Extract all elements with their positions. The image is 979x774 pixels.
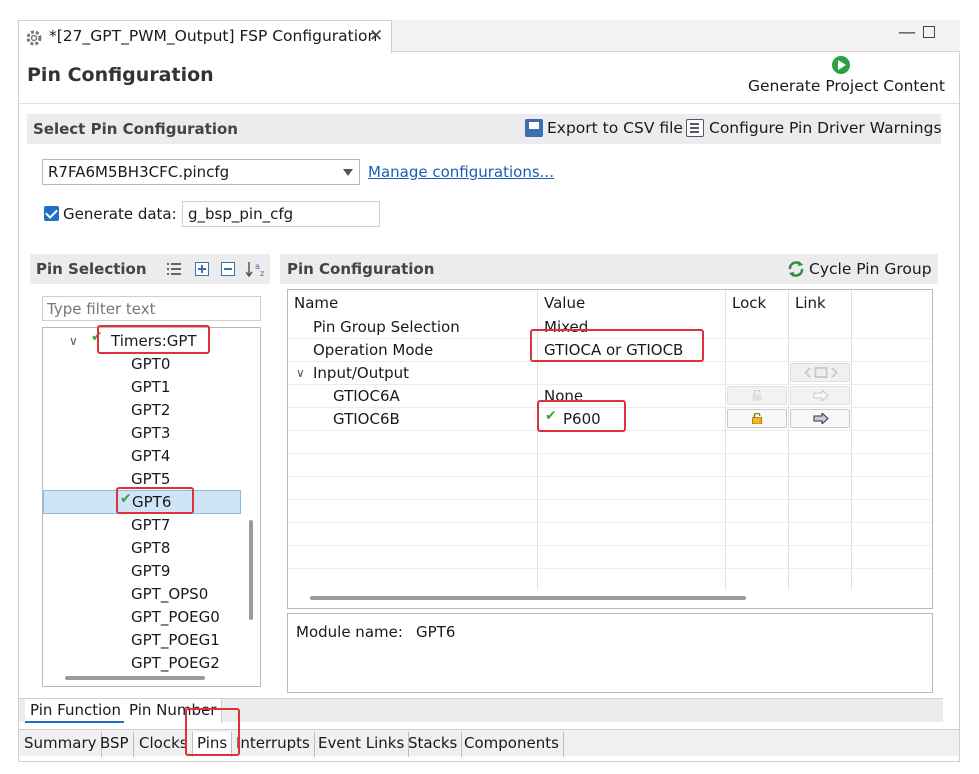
tree-item-gpt3[interactable]: GPT3 <box>43 422 241 445</box>
configure-warnings-button[interactable]: Configure Pin Driver Warnings <box>709 119 942 137</box>
gear-icon <box>26 30 42 46</box>
expand-all-icon[interactable] <box>194 261 210 277</box>
module-name-label: Module name: <box>296 623 403 641</box>
maximize-icon[interactable] <box>923 26 935 38</box>
pin-filter-input[interactable]: Type filter text <box>42 296 261 321</box>
link-button-gtioc6b[interactable] <box>790 409 850 428</box>
column-header-link[interactable]: Link <box>795 294 826 312</box>
editor-tab-bar: *[27_GPT_PWM_Output] FSP Configuration ✕… <box>18 20 960 53</box>
export-csv-button[interactable]: Export to CSV file <box>547 119 683 137</box>
pin-config-select-value: R7FA6M5BH3CFC.pincfg <box>48 163 230 181</box>
row-pin-group-selection-name[interactable]: Pin Group Selection <box>313 318 460 336</box>
annotation-box <box>185 708 240 756</box>
pin-config-select[interactable]: R7FA6M5BH3CFC.pincfg <box>42 159 360 185</box>
annotation-box <box>537 400 626 432</box>
row-operation-mode-name[interactable]: Operation Mode <box>313 341 433 359</box>
tab-interrupts[interactable]: Interrupts <box>232 732 315 757</box>
chevron-down-icon[interactable]: ∨ <box>296 366 305 380</box>
tab-pin-function[interactable]: Pin Function <box>25 699 127 723</box>
generate-data-label: Generate data: <box>63 205 177 223</box>
cycle-pin-group-button[interactable]: Cycle Pin Group <box>809 260 932 278</box>
chevron-down-icon[interactable] <box>343 169 353 176</box>
tab-event-links[interactable]: Event Links <box>314 732 410 757</box>
configuration-tabs: Summary BSP Clocks Pins Interrupts Event… <box>19 729 959 757</box>
tree-vertical-scrollbar[interactable] <box>249 520 253 620</box>
tree-item-gpt8[interactable]: GPT8 <box>43 537 241 560</box>
warnings-list-icon[interactable] <box>686 119 704 137</box>
collapse-all-icon[interactable] <box>220 261 236 277</box>
chevron-down-icon[interactable]: ∨ <box>69 334 78 348</box>
editor-tab-title: *[27_GPT_PWM_Output] FSP Configuration <box>49 27 378 45</box>
page-title: Pin Configuration <box>27 64 214 86</box>
table-horizontal-scrollbar[interactable] <box>310 596 746 600</box>
editor-tab[interactable]: *[27_GPT_PWM_Output] FSP Configuration ✕ <box>18 20 392 53</box>
generate-data-value: g_bsp_pin_cfg <box>188 205 294 223</box>
tab-stacks[interactable]: Stacks <box>404 732 463 757</box>
row-gtioc6a-name[interactable]: GTIOC6A <box>333 387 400 405</box>
pin-configuration-title: Pin Configuration <box>287 260 435 278</box>
manage-configurations-link[interactable]: Manage configurations... <box>368 163 554 181</box>
cycle-icon[interactable] <box>787 260 805 278</box>
tab-components[interactable]: Components <box>460 732 564 757</box>
tree-item-gpt4[interactable]: GPT4 <box>43 445 241 468</box>
annotation-box <box>116 487 194 514</box>
column-header-name[interactable]: Name <box>294 294 338 312</box>
tree-item-gpt-poeg1[interactable]: GPT_POEG1 <box>43 629 241 652</box>
sort-alpha-icon[interactable]: a z <box>246 261 268 277</box>
annotation-box <box>530 329 704 362</box>
unlock-icon <box>752 390 762 401</box>
column-header-lock[interactable]: Lock <box>732 294 766 312</box>
link-button-gtioc6a[interactable] <box>790 386 850 405</box>
header-divider <box>19 103 959 104</box>
pin-configuration-bar: Pin Configuration Cycle Pin Group <box>280 254 938 284</box>
unlock-icon <box>752 413 763 424</box>
row-gtioc6b-name[interactable]: GTIOC6B <box>333 410 400 428</box>
generate-play-icon[interactable] <box>832 56 850 74</box>
tree-item-gpt7[interactable]: GPT7 <box>43 514 241 537</box>
row-input-output-name[interactable]: Input/Output <box>313 364 409 382</box>
section-title: Select Pin Configuration <box>33 120 238 138</box>
pin-view-tabs: Pin Function Pin Number <box>19 698 943 723</box>
pin-selection-title: Pin Selection <box>36 260 147 278</box>
tree-item-gpt2[interactable]: GPT2 <box>43 399 241 422</box>
tree-item-gpt0[interactable]: GPT0 <box>43 353 241 376</box>
minimize-icon[interactable]: — <box>898 22 916 43</box>
tree-item-gpt-poeg0[interactable]: GPT_POEG0 <box>43 606 241 629</box>
save-csv-icon[interactable] <box>525 119 543 137</box>
module-info-box: Module name: GPT6 <box>287 613 933 693</box>
tree-item-gpt9[interactable]: GPT9 <box>43 560 241 583</box>
tab-clocks[interactable]: Clocks <box>135 732 193 757</box>
select-pin-configuration-bar: Select Pin Configuration Export to CSV f… <box>27 114 942 144</box>
link-group-icon <box>804 367 838 378</box>
pin-filter-placeholder: Type filter text <box>47 300 156 318</box>
generate-project-content-button[interactable]: Generate Project Content <box>748 77 945 95</box>
annotation-box <box>97 325 210 354</box>
generate-data-checkbox[interactable] <box>44 206 59 221</box>
tree-item-gpt1[interactable]: GPT1 <box>43 376 241 399</box>
arrow-right-icon <box>813 413 829 424</box>
arrow-right-icon <box>813 390 829 401</box>
tree-item-gpt-poeg2[interactable]: GPT_POEG2 <box>43 652 241 675</box>
column-header-value[interactable]: Value <box>544 294 585 312</box>
tree-item-gpt-ops0[interactable]: GPT_OPS0 <box>43 583 241 606</box>
tab-bsp[interactable]: BSP <box>96 732 134 757</box>
close-icon[interactable]: ✕ <box>369 26 383 46</box>
link-group-button <box>790 363 850 382</box>
module-name-value: GPT6 <box>416 623 456 641</box>
generate-data-input[interactable]: g_bsp_pin_cfg <box>182 201 380 227</box>
svg-text:z: z <box>260 269 264 277</box>
tree-horizontal-scrollbar[interactable] <box>65 676 205 680</box>
lock-button-gtioc6b[interactable] <box>727 409 787 428</box>
lock-button-gtioc6a[interactable] <box>727 386 787 405</box>
tab-summary[interactable]: Summary <box>20 732 102 757</box>
list-view-icon[interactable] <box>166 261 182 277</box>
pin-selection-bar: Pin Selection a z <box>30 254 270 284</box>
